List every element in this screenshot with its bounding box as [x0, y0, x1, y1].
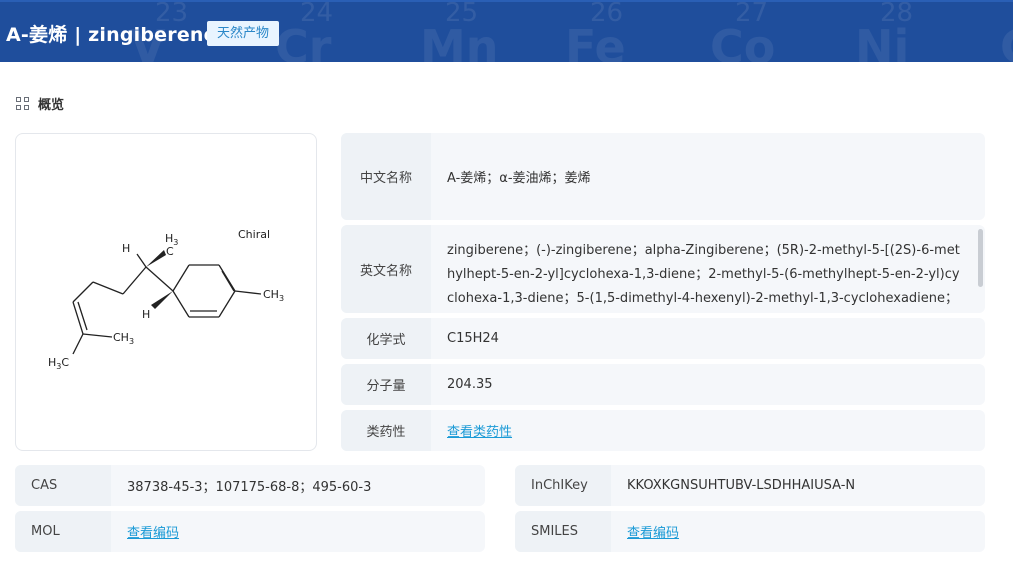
info-key: 中文名称 [341, 133, 431, 220]
info-row-english-name: 英文名称 zingiberene；(-)-zingiberene；alpha-Z… [341, 225, 985, 313]
scrollbar[interactable] [978, 229, 983, 287]
identifier-value: 38738-45-3；107175-68-8；495-60-3 [127, 480, 372, 495]
info-key: 英文名称 [341, 225, 431, 313]
info-key: 化学式 [341, 318, 431, 359]
identifier-key: MOL [15, 511, 111, 552]
atom-h-top: H [122, 242, 130, 255]
bg-element-symbol: Co [710, 20, 776, 62]
identifier-value: KKOXKGNSUHTUBV-LSDHHAIUSA-N [627, 478, 856, 493]
info-key: 类药性 [341, 410, 431, 451]
info-row-chinese-name: 中文名称 A-姜烯；α-姜油烯；姜烯 [341, 133, 985, 220]
atom-h-bottom: H [142, 308, 150, 321]
identifier-row-mol: MOL 查看编码 [15, 511, 485, 552]
molecule-drawing: Chiral H C H3 CH3 H CH3 H3C [48, 228, 284, 371]
identifier-row-smiles: SMILES 查看编码 [515, 511, 985, 552]
atom-ch3-left: CH3 [113, 331, 134, 346]
info-row-molecular-weight: 分子量 204.35 [341, 364, 985, 405]
identifier-key: CAS [15, 465, 111, 506]
atom-h3c: H3C [48, 356, 69, 371]
bg-element-symbol: Cu [1000, 20, 1013, 62]
page-header: 23V24Cr25Mn26Fe27Co28Ni29Cu A-姜烯 | zingi… [0, 0, 1013, 62]
atom-h3-top: H3 [165, 232, 178, 247]
view-smiles-link[interactable]: 查看编码 [627, 522, 679, 541]
molecule-bonds [72, 253, 262, 355]
info-row-druglikeness: 类药性 查看类药性 [341, 410, 985, 451]
bg-element-symbol: Cr [275, 20, 332, 62]
view-druglikeness-link[interactable]: 查看类药性 [447, 421, 512, 440]
info-value: 204.35 [447, 377, 493, 392]
overview-section-title: 概览 [16, 94, 64, 113]
page-title: A-姜烯 | zingiberene [6, 24, 217, 46]
structure-image[interactable]: Chiral H C H3 CH3 H CH3 H3C [15, 133, 317, 451]
identifier-row-cas: CAS 38738-45-3；107175-68-8；495-60-3 [15, 465, 485, 506]
info-value: C15H24 [447, 331, 499, 346]
info-value: A-姜烯；α-姜油烯；姜烯 [447, 171, 591, 186]
bg-element-symbol: Fe [565, 20, 626, 62]
bg-element-symbol: Ni [855, 20, 910, 62]
wedge-bond [146, 250, 166, 267]
info-key: 分子量 [341, 364, 431, 405]
identifier-row-inchikey: InChIKey KKOXKGNSUHTUBV-LSDHHAIUSA-N [515, 465, 985, 506]
identifier-key: InChIKey [515, 465, 611, 506]
info-value: zingiberene；(-)-zingiberene；alpha-Zingib… [447, 243, 960, 306]
category-tag[interactable]: 天然产物 [207, 21, 280, 46]
identifier-key: SMILES [515, 511, 611, 552]
view-mol-link[interactable]: 查看编码 [127, 522, 179, 541]
atom-ch3-right: CH3 [263, 288, 284, 303]
chiral-label: Chiral [238, 228, 270, 241]
info-row-formula: 化学式 C15H24 [341, 318, 985, 359]
hash-wedge-bond [151, 291, 173, 309]
grid-icon [16, 96, 30, 111]
overview-label: 概览 [38, 98, 65, 113]
bg-element-symbol: Mn [420, 20, 499, 62]
